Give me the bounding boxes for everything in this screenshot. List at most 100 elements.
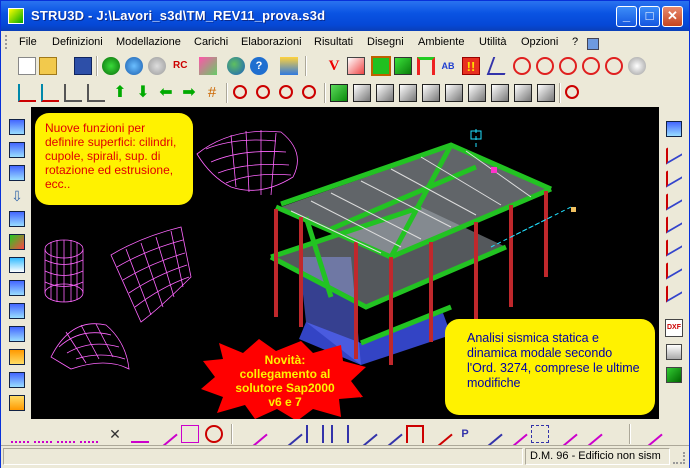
right-tool-9-icon[interactable] — [666, 344, 682, 360]
bottom-tool-2-icon[interactable] — [34, 425, 52, 443]
arrow-down-icon[interactable]: ⬇ — [134, 84, 152, 102]
bottom-tool-12-icon[interactable] — [306, 425, 324, 443]
view-back-icon[interactable] — [353, 84, 371, 102]
arrow-left-icon[interactable]: ⬅ — [157, 84, 175, 102]
bottom-tool-3-icon[interactable] — [57, 425, 75, 443]
close-button[interactable]: ✕ — [662, 6, 683, 27]
exit-icon[interactable] — [280, 57, 298, 75]
zoom-out-icon[interactable] — [279, 85, 293, 99]
warning-button[interactable]: !! — [462, 57, 480, 75]
materials-icon[interactable] — [199, 57, 217, 75]
moment-x-icon[interactable] — [513, 57, 531, 75]
arrow-up-icon[interactable]: ⬆ — [111, 84, 129, 102]
redo-icon[interactable] — [148, 57, 166, 75]
left-tool-1-icon[interactable] — [9, 119, 25, 135]
axis-xz-icon[interactable] — [87, 84, 105, 102]
axis-y-icon[interactable] — [41, 84, 59, 102]
save-icon[interactable] — [74, 57, 92, 75]
left-tool-9-icon[interactable] — [9, 326, 25, 342]
globe-icon[interactable] — [227, 57, 245, 75]
app-icon[interactable] — [8, 8, 24, 24]
view-bottom-icon[interactable] — [445, 84, 463, 102]
right-tool-2-icon[interactable] — [666, 139, 682, 165]
view-iso2-icon[interactable] — [491, 84, 509, 102]
bottom-tool-10-icon[interactable] — [242, 421, 268, 447]
bottom-tool-21-icon[interactable] — [531, 425, 549, 443]
menu-carichi[interactable]: Carichi — [194, 36, 228, 48]
right-tool-10-icon[interactable] — [666, 367, 682, 383]
right-tool-7-icon[interactable] — [666, 254, 682, 280]
minimize-button[interactable]: _ — [616, 6, 637, 27]
help-icon[interactable]: ? — [250, 57, 268, 75]
right-tool-8-icon[interactable] — [666, 277, 682, 303]
moment-z-icon[interactable] — [559, 57, 577, 75]
undo-icon[interactable] — [125, 57, 143, 75]
left-tool-10-icon[interactable] — [9, 349, 25, 365]
right-tool-1-icon[interactable] — [666, 121, 682, 137]
bottom-tool-20-icon[interactable] — [502, 421, 528, 447]
menu-utilita[interactable]: Utilità — [479, 36, 507, 48]
menu-modellazione[interactable]: Modellazione — [116, 36, 181, 48]
open-folder-icon[interactable] — [39, 57, 57, 75]
zoom-in-icon[interactable] — [256, 85, 270, 99]
bottom-tool-24-icon[interactable] — [637, 421, 663, 447]
menu-elaborazioni[interactable]: Elaborazioni — [241, 36, 302, 48]
bottom-tool-4-icon[interactable] — [80, 425, 98, 443]
bottom-tool-5-icon[interactable]: ✕ — [106, 425, 124, 443]
right-tool-5-icon[interactable] — [666, 208, 682, 234]
right-tool-6-icon[interactable] — [666, 231, 682, 257]
menu-help[interactable]: ? — [572, 36, 578, 48]
bottom-tool-18-icon[interactable]: P — [456, 425, 474, 443]
left-tool-12-icon[interactable] — [9, 395, 25, 411]
left-tool-8-icon[interactable] — [9, 303, 25, 319]
bottom-tool-16-icon[interactable] — [406, 425, 424, 443]
bottom-tool-11-icon[interactable] — [277, 421, 303, 447]
view-right-icon[interactable] — [399, 84, 417, 102]
view-iso3-icon[interactable] — [514, 84, 532, 102]
view-iso1-icon[interactable] — [468, 84, 486, 102]
bottom-tool-15-icon[interactable] — [377, 421, 403, 447]
left-tool-4-icon[interactable] — [9, 211, 25, 227]
view-left-icon[interactable] — [376, 84, 394, 102]
view-iso4-icon[interactable] — [537, 84, 555, 102]
title-bar[interactable]: STRU3D - J:\Lavori_s3d\TM_REV11_prova.s3… — [1, 1, 689, 31]
left-arrow-down-icon[interactable]: ⇩ — [9, 188, 25, 204]
moment-y-icon[interactable] — [536, 57, 554, 75]
dxf-export-button[interactable]: DXF — [665, 319, 683, 337]
left-tool-2-icon[interactable] — [9, 142, 25, 158]
zoom-window-icon[interactable] — [233, 85, 247, 99]
solid-view-icon[interactable] — [371, 56, 391, 76]
frame-icon[interactable] — [417, 57, 435, 75]
menu-overflow-icon[interactable] — [587, 38, 599, 50]
moment-f-icon[interactable] — [605, 57, 623, 75]
menu-ambiente[interactable]: Ambiente — [418, 36, 464, 48]
left-tool-11-icon[interactable] — [9, 372, 25, 388]
rc-button[interactable]: RC — [173, 57, 195, 75]
view-top-icon[interactable] — [422, 84, 440, 102]
axis-xy-icon[interactable] — [64, 84, 82, 102]
bottom-tool-23-icon[interactable] — [577, 421, 603, 447]
menu-file[interactable]: File — [19, 36, 37, 48]
right-tool-3-icon[interactable] — [666, 162, 682, 188]
view-front-icon[interactable] — [330, 84, 348, 102]
menu-grip[interactable] — [5, 35, 10, 49]
zoom-previous-icon[interactable] — [565, 85, 579, 99]
bottom-tool-22-icon[interactable] — [552, 421, 578, 447]
moment-p-icon[interactable] — [582, 57, 600, 75]
menu-definizioni[interactable]: Definizioni — [52, 36, 103, 48]
bottom-tool-9-icon[interactable] — [205, 425, 223, 443]
v-button[interactable]: V — [325, 57, 343, 75]
sphere-icon[interactable] — [628, 57, 646, 75]
bottom-tool-7-icon[interactable] — [152, 421, 178, 447]
refresh-icon[interactable] — [102, 57, 120, 75]
menu-risultati[interactable]: Risultati — [314, 36, 353, 48]
box-view-icon[interactable] — [394, 57, 412, 75]
grid-icon[interactable]: # — [203, 84, 221, 102]
menu-disegni[interactable]: Disegni — [367, 36, 404, 48]
left-tool-7-icon[interactable] — [9, 280, 25, 296]
left-tool-3-icon[interactable] — [9, 165, 25, 181]
bottom-tool-13-icon[interactable] — [331, 425, 349, 443]
model-viewport[interactable]: Nuove funzioni per definire superfici: c… — [31, 107, 659, 419]
section-icon[interactable] — [347, 57, 365, 75]
zoom-extents-icon[interactable] — [302, 85, 316, 99]
